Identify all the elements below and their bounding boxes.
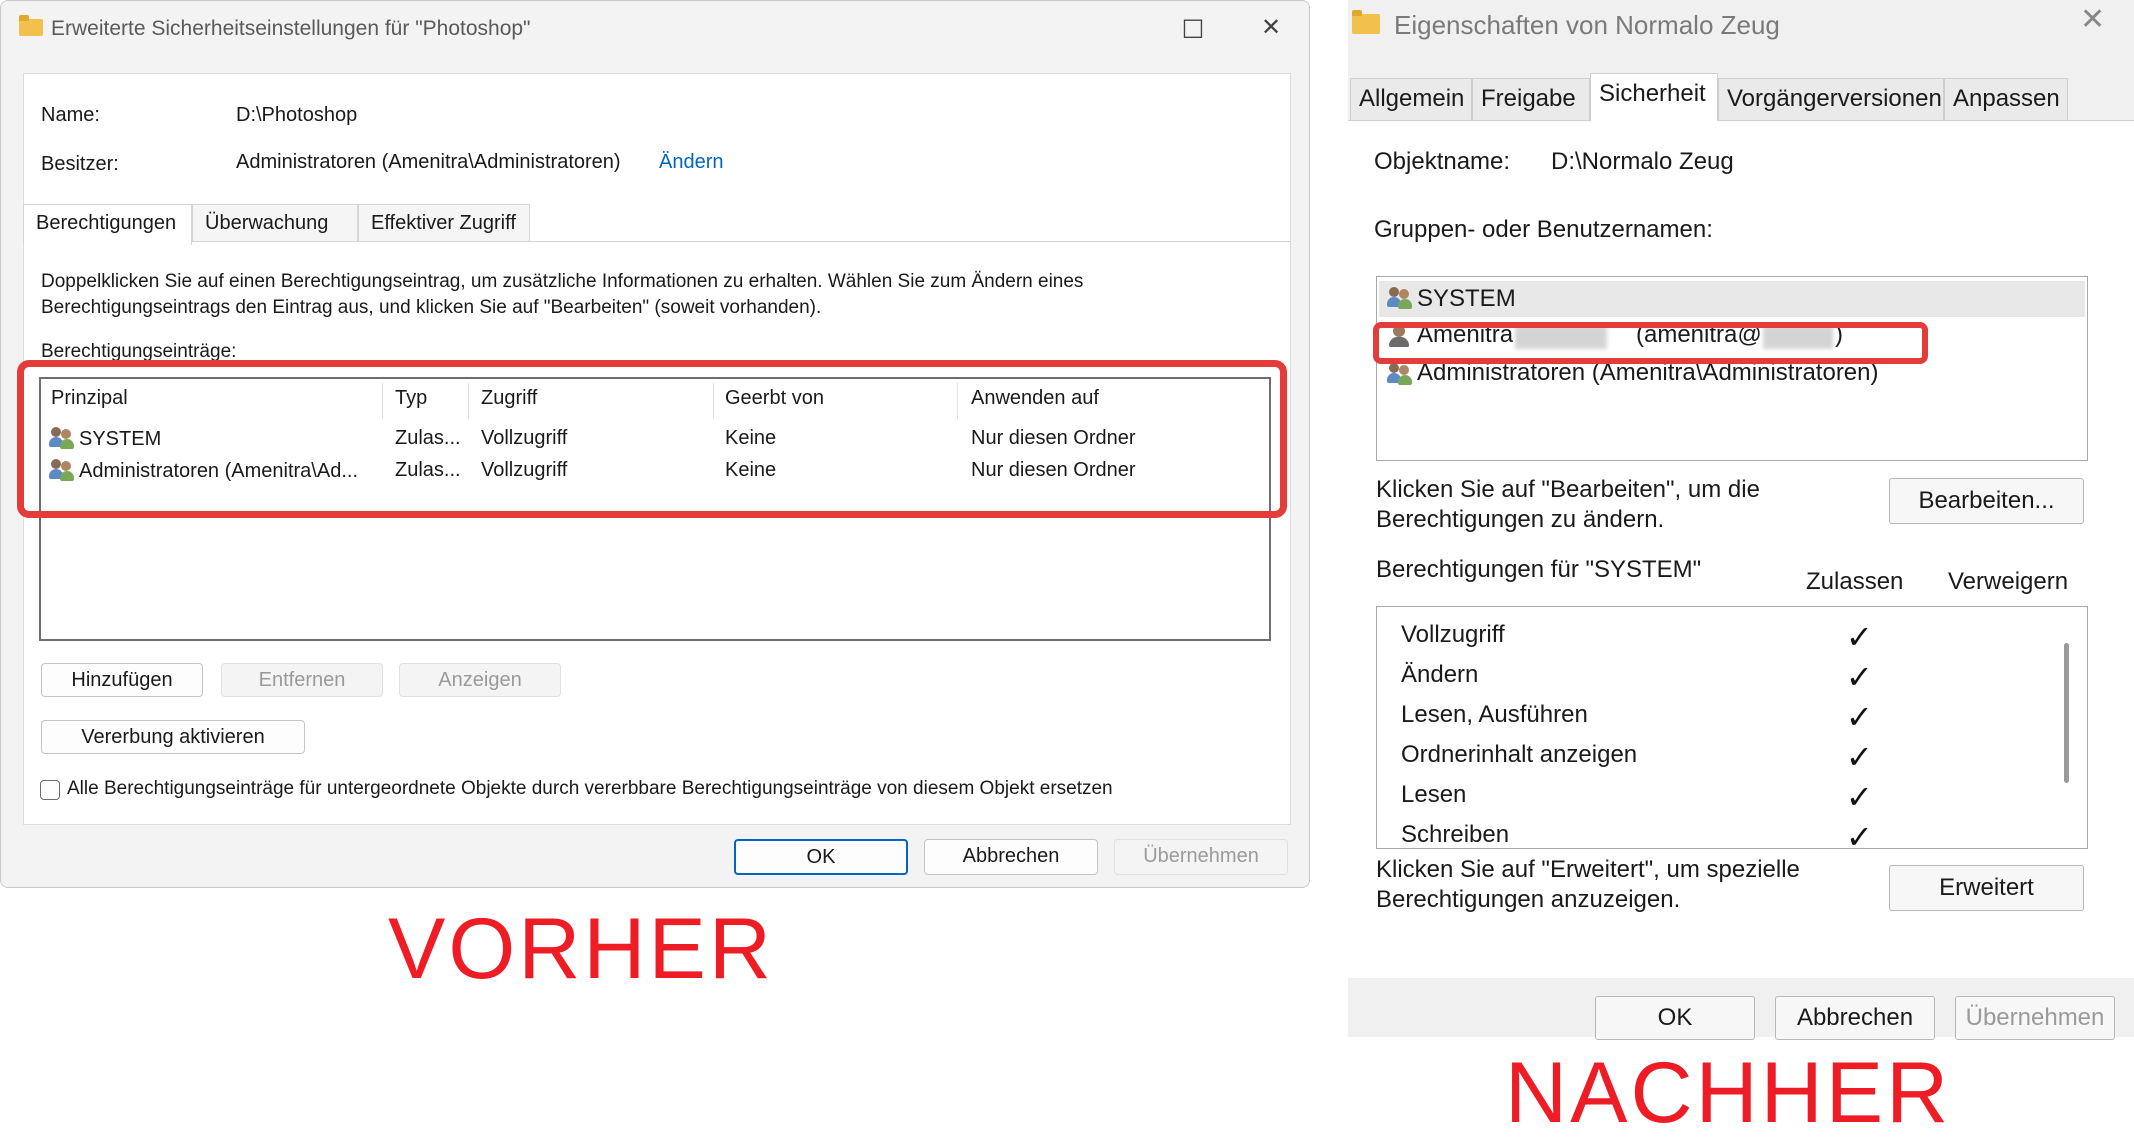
dialog-title: Erweiterte Sicherheitseinstellungen für … [51,17,531,40]
edit-hint-line-2: Berechtigungen zu ändern. [1376,506,1665,533]
tab-divider [23,241,1291,242]
advanced-hint-line-2: Berechtigungen anzuzeigen. [1376,886,1681,913]
list-item[interactable]: SYSTEM [1379,281,2085,317]
permissions-for-label: Berechtigungen für "SYSTEM" [1376,556,1702,583]
cancel-button[interactable]: Abbrechen [924,839,1098,875]
check-icon: ✓ [1846,658,1873,696]
tab-customize[interactable]: Anpassen [1944,78,2068,120]
object-name-value: D:\Normalo Zeug [1551,148,1734,175]
name-value: D:\Photoshop [236,104,358,126]
object-name-label: Objektname: [1374,148,1511,175]
permission-name: Vollzugriff [1401,621,1505,648]
allow-column-header: Zulassen [1806,568,1904,595]
permissions-list[interactable]: Vollzugriff ✓ Ändern ✓ Lesen, Ausführen … [1376,606,2088,849]
permission-row: Ordnerinhalt anzeigen ✓ [1377,735,2057,775]
tab-general[interactable]: Allgemein [1350,78,1472,120]
ok-button[interactable]: OK [1595,996,1755,1040]
users-icon [1387,363,1413,385]
groups-label: Gruppen- oder Benutzernamen: [1374,216,1713,243]
folder-icon [19,15,43,36]
caption-after: NACHHER [1505,1045,1952,1141]
check-icon: ✓ [1846,818,1873,849]
permission-row: Ändern ✓ [1377,655,2057,695]
scrollbar-thumb[interactable] [2064,643,2069,783]
ok-button[interactable]: OK [734,839,908,875]
close-button[interactable]: ✕ [1241,7,1301,47]
replace-child-permissions-label: Alle Berechtigungseinträge für untergeor… [67,778,1113,799]
remove-button[interactable]: Entfernen [221,663,383,697]
apply-button[interactable]: Übernehmen [1955,996,2115,1040]
check-icon: ✓ [1846,738,1873,776]
check-icon: ✓ [1846,778,1873,816]
permission-name: Lesen [1401,781,1467,808]
tab-effective-access[interactable]: Effektiver Zugriff [358,204,530,242]
permission-name: Lesen, Ausführen [1401,701,1588,728]
users-icon [1387,287,1413,309]
edit-button[interactable]: Bearbeiten... [1889,478,2084,524]
replace-child-permissions-checkbox[interactable] [40,780,60,800]
description-line-1: Doppelklicken Sie auf einen Berechtigung… [41,271,1084,292]
maximize-button[interactable]: □ [1163,7,1223,47]
edit-hint-line-1: Klicken Sie auf "Bearbeiten", um die [1376,476,1760,503]
dialog-title: Eigenschaften von Normalo Zeug [1394,10,1780,40]
tab-auditing[interactable]: Überwachung [192,204,358,242]
permission-row: Lesen, Ausführen ✓ [1377,695,2057,735]
cancel-button[interactable]: Abbrechen [1775,996,1935,1040]
caption-before: VORHER [388,901,774,997]
description-line-2: Berechtigungseintrags den Eintrag aus, u… [41,297,822,318]
advanced-security-dialog: Erweiterte Sicherheitseinstellungen für … [0,0,1310,888]
enable-inheritance-button[interactable]: Vererbung aktivieren [41,720,305,754]
security-tab-pane [1348,120,2134,978]
name-label: Name: [41,104,100,126]
owner-label: Besitzer: [41,153,119,175]
close-button[interactable]: ✕ [2080,2,2105,37]
permission-name: Ändern [1401,661,1479,688]
permission-row: Vollzugriff ✓ [1377,615,2057,655]
owner-value: Administratoren (Amenitra\Administratore… [236,151,621,173]
deny-column-header: Verweigern [1948,568,2069,595]
advanced-hint-line-1: Klicken Sie auf "Erweitert", um speziell… [1376,856,1800,883]
properties-dialog: Eigenschaften von Normalo Zeug ✕ Allgeme… [1348,0,2134,1040]
tab-permissions[interactable]: Berechtigungen [23,204,192,245]
folder-icon [1352,10,1380,34]
apply-button[interactable]: Übernehmen [1114,839,1288,875]
advanced-button[interactable]: Erweitert [1889,865,2084,911]
permission-row: Schreiben ✓ [1377,815,2057,849]
tab-security[interactable]: Sicherheit [1590,73,1718,121]
check-icon: ✓ [1846,618,1873,656]
highlight-box-entries [17,360,1287,518]
add-button[interactable]: Hinzufügen [41,663,203,697]
tab-previous-versions[interactable]: Vorgängerversionen [1718,78,1944,120]
permission-name: Ordnerinhalt anzeigen [1401,741,1638,768]
group-name: SYSTEM [1417,285,1516,312]
permission-name: Schreiben [1401,821,1510,848]
tab-sharing[interactable]: Freigabe [1472,78,1590,120]
view-button[interactable]: Anzeigen [399,663,561,697]
permission-row: Lesen ✓ [1377,775,2057,815]
change-owner-link[interactable]: Ändern [659,151,724,174]
check-icon: ✓ [1846,698,1873,736]
highlight-box-user [1373,322,1928,364]
groups-list[interactable]: SYSTEM Amenitra (amenitra@ ) Administrat… [1376,276,2088,461]
